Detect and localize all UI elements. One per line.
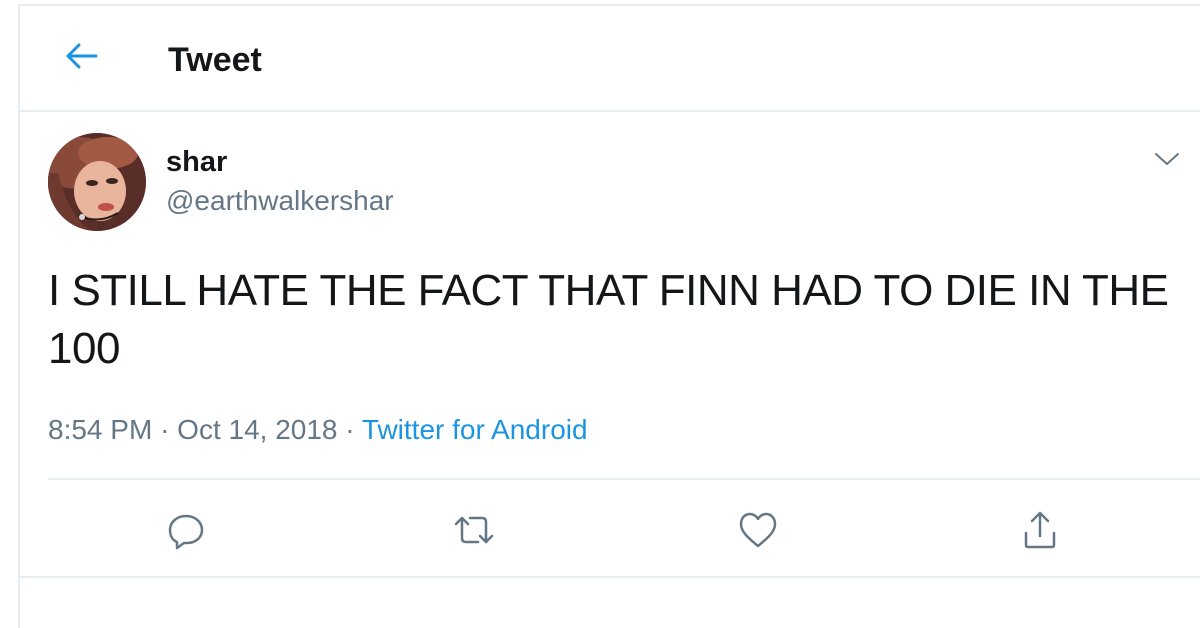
reply-icon <box>168 514 204 550</box>
meta-separator: · <box>160 414 170 445</box>
meta-separator: · <box>345 414 355 445</box>
chevron-down-icon <box>1155 153 1179 165</box>
like-icon <box>739 512 777 548</box>
tweet-date[interactable]: Oct 14, 2018 <box>177 414 337 445</box>
share-button[interactable] <box>1016 506 1064 554</box>
bottom-border <box>20 576 1200 578</box>
avatar[interactable] <box>48 133 146 231</box>
tweet-text: I STILL HATE THE FACT THAT FINN HAD TO D… <box>48 266 1169 373</box>
tweet-page: Tweet shar @earthwalkershar I STILL HATE… <box>0 0 1200 628</box>
tweet-actions <box>0 500 1200 560</box>
tweet-source-link[interactable]: Twitter for Android <box>362 414 588 445</box>
tweet-time[interactable]: 8:54 PM <box>48 414 152 445</box>
page-title: Tweet <box>168 41 262 79</box>
like-button[interactable] <box>734 506 782 554</box>
reply-button[interactable] <box>162 506 210 554</box>
back-button[interactable] <box>62 36 102 76</box>
retweet-button[interactable] <box>450 506 498 554</box>
tweet-meta: 8:54 PM · Oct 14, 2018 · Twitter for And… <box>48 412 588 448</box>
retweet-icon <box>454 516 494 544</box>
share-icon <box>1024 511 1056 549</box>
author-name[interactable]: shar <box>166 144 227 180</box>
author-handle[interactable]: @earthwalkershar <box>166 183 394 219</box>
page-header: Tweet <box>20 6 1200 112</box>
arrow-left-icon <box>66 43 98 69</box>
avatar-photo <box>48 133 146 231</box>
tweet-menu-button[interactable] <box>1150 144 1184 174</box>
divider <box>48 478 1200 480</box>
